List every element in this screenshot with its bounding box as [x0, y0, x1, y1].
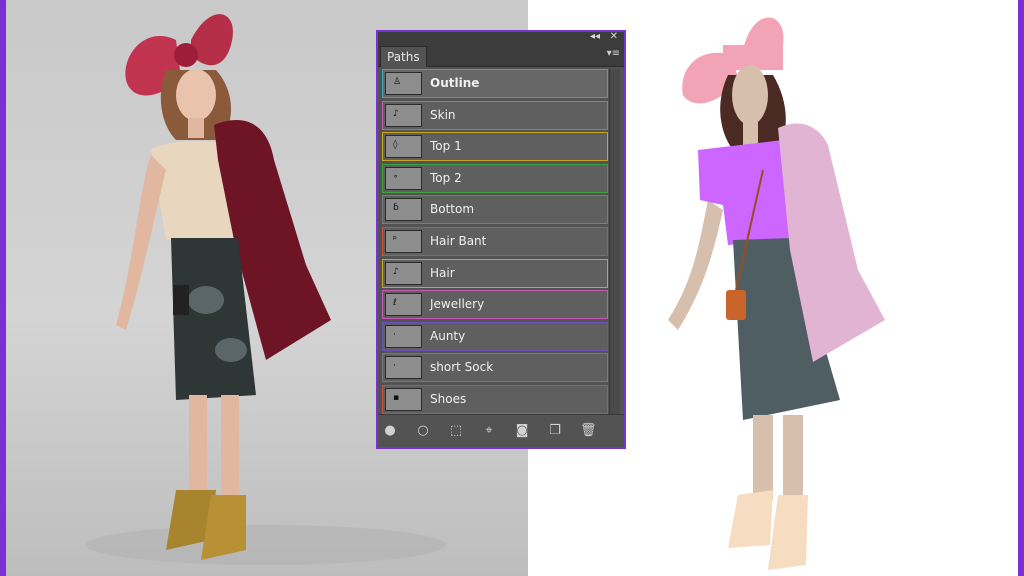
path-thumbnail-glyph: ♪ [393, 108, 399, 119]
path-thumbnail-icon: ♪ [385, 103, 422, 127]
collapse-panel-icon[interactable]: ◂◂ [590, 30, 600, 44]
path-thumbnail-glyph: ℓ [393, 298, 397, 309]
path-label: Top 2 [430, 170, 462, 185]
path-thumbnail-icon: ᵖ [385, 229, 422, 253]
path-thumbnail-glyph: ᵖ [393, 234, 397, 245]
paths-scrollbar[interactable] [609, 69, 620, 416]
path-thumbnail-icon: ɓ [385, 198, 422, 222]
panel-menu-icon[interactable]: ▾≡ [607, 48, 620, 60]
paths-panel: ◂◂ ✕ Paths ▾≡ ♙ Outline ♪ Skin ◊ Top 1 ∘ Top 2 ɓ… [376, 30, 626, 449]
path-label: Jewellery [430, 297, 485, 312]
path-label: Hair Bant [430, 233, 487, 248]
panel-title-bar[interactable]: ◂◂ ✕ [378, 30, 624, 44]
make-work-path-icon[interactable]: ⌖ [481, 423, 497, 439]
close-panel-icon[interactable]: ✕ [610, 30, 618, 44]
path-thumbnail-icon: · [385, 356, 422, 380]
path-row[interactable]: ∘ Top 2 [382, 163, 608, 193]
path-thumbnail-glyph: ▪ [393, 392, 400, 403]
path-label: Outline [430, 76, 480, 90]
fill-path-icon[interactable]: ● [382, 423, 398, 439]
path-thumbnail-glyph: ∘ [393, 171, 399, 182]
path-thumbnail-glyph: · [393, 361, 396, 372]
panel-footer-toolbar: ● ○ ⬚ ⌖ ◙ ❐ 🗑 [378, 414, 624, 447]
panel-tab-bar: Paths ▾≡ [378, 44, 624, 67]
path-label: short Sock [430, 360, 494, 375]
path-thumbnail-glyph: · [393, 329, 396, 340]
path-row[interactable]: ɓ Bottom [382, 195, 608, 225]
path-thumbnail-icon: ◊ [385, 135, 422, 159]
path-thumbnail-icon: ∘ [385, 166, 422, 190]
right-frame-border [1018, 0, 1024, 576]
paths-list: ♙ Outline ♪ Skin ◊ Top 1 ∘ Top 2 ɓ Bottom ᵖ Hair Ba… [382, 69, 608, 417]
path-row[interactable]: ℓ Jewellery [382, 290, 608, 320]
path-thumbnail-icon: ▪ [385, 387, 422, 411]
load-as-selection-icon[interactable]: ⬚ [448, 423, 464, 439]
stroke-path-icon[interactable]: ○ [415, 423, 431, 439]
path-row[interactable]: ◊ Top 1 [382, 132, 608, 162]
path-thumbnail-icon: ℓ [385, 293, 422, 317]
path-label: Shoes [430, 391, 467, 406]
path-label: Top 1 [430, 139, 462, 154]
new-path-icon[interactable]: ❐ [547, 423, 563, 439]
path-thumbnail-glyph: ♪ [393, 266, 399, 277]
path-label: Bottom [430, 202, 475, 217]
path-row[interactable]: ♪ Skin [382, 100, 608, 130]
path-row[interactable]: · Aunty [382, 321, 608, 351]
delete-path-icon[interactable]: 🗑 [580, 423, 597, 439]
path-thumbnail-glyph: ♙ [393, 77, 402, 87]
path-row[interactable]: ▪ Shoes [382, 384, 608, 414]
path-row[interactable]: ♙ Outline [382, 69, 608, 98]
path-thumbnail-glyph: ◊ [393, 140, 398, 151]
path-label: Hair [430, 265, 455, 280]
path-label: Skin [430, 107, 456, 122]
path-row[interactable]: ♪ Hair [382, 258, 608, 288]
path-thumbnail-icon: · [385, 324, 422, 348]
path-row[interactable]: · short Sock [382, 353, 608, 383]
path-thumbnail-glyph: ɓ [393, 203, 399, 214]
path-thumbnail-icon: ♙ [385, 72, 422, 95]
tab-paths[interactable]: Paths [380, 46, 427, 67]
path-label: Aunty [430, 328, 466, 343]
add-mask-icon[interactable]: ◙ [514, 423, 530, 439]
path-thumbnail-icon: ♪ [385, 261, 422, 285]
path-row[interactable]: ᵖ Hair Bant [382, 226, 608, 256]
